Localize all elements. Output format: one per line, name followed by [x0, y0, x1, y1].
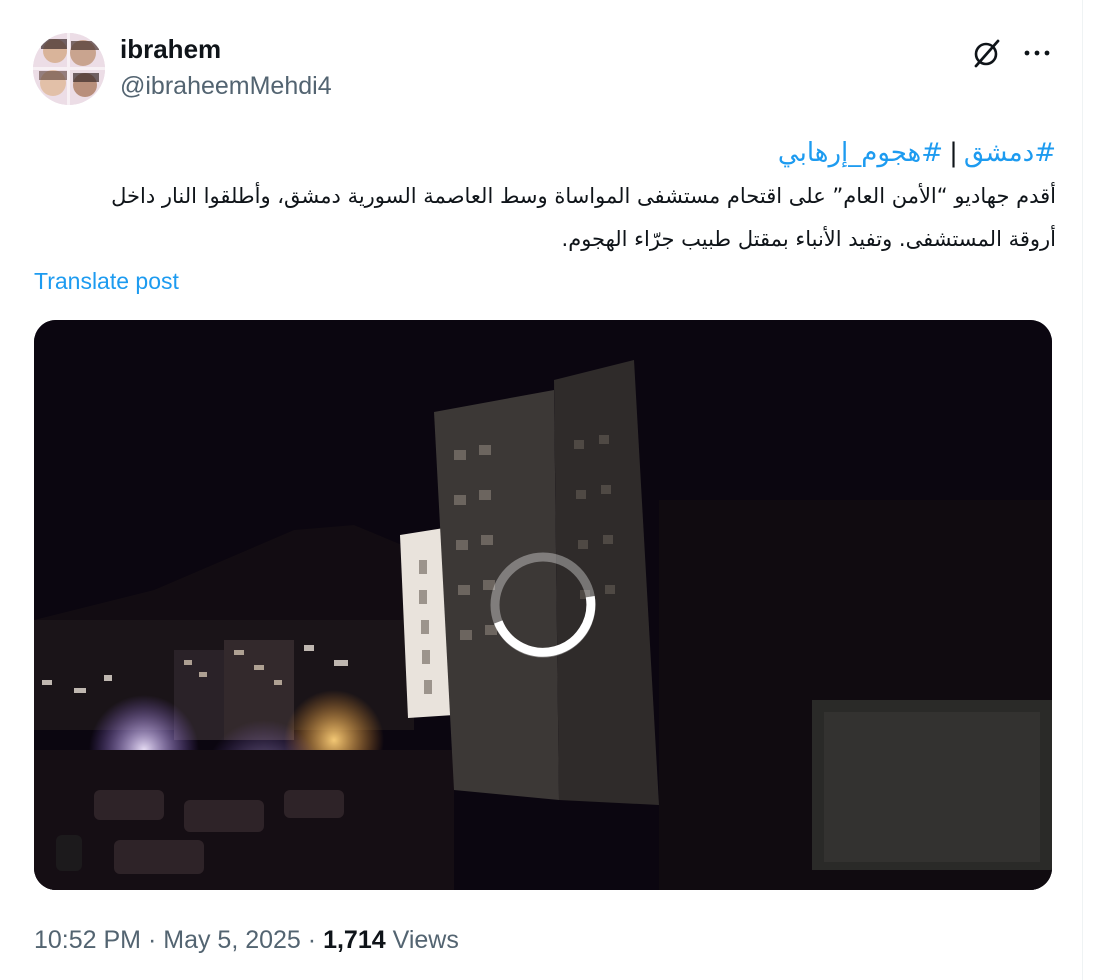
- more-icon[interactable]: [1020, 36, 1054, 70]
- hashtag-line: #دمشق|#هجوم_إرهابي: [34, 132, 1056, 175]
- meta-separator: ·: [307, 926, 317, 954]
- video-player[interactable]: [34, 320, 1052, 890]
- avatar-image: [33, 33, 105, 105]
- post-body-line-2: أروقة المستشفى. وتفيد الأنباء بمقتل طبيب…: [561, 227, 1056, 251]
- post-meta: 10:52 PM · May 5, 2025 · 1,714 Views: [34, 926, 459, 955]
- grok-icon[interactable]: [970, 36, 1004, 70]
- translate-post-link[interactable]: Translate post: [34, 268, 179, 295]
- author-name[interactable]: ibrahem: [120, 34, 221, 65]
- post-body-line-1: أقدم جهاديو “الأمن العام” على اقتحام مست…: [111, 184, 1056, 208]
- hashtag-separator: |: [949, 138, 958, 168]
- views-count[interactable]: 1,714: [323, 926, 386, 954]
- author-handle[interactable]: @ibraheemMehdi4: [120, 72, 332, 101]
- meta-separator: ·: [147, 926, 157, 954]
- views-label: Views: [392, 926, 459, 954]
- post-text: #دمشق|#هجوم_إرهابي أقدم جهاديو “الأمن ال…: [34, 132, 1056, 261]
- post-time[interactable]: 10:52 PM: [34, 926, 141, 954]
- hashtag-damascus[interactable]: #دمشق: [964, 138, 1056, 168]
- hashtag-terror-attack[interactable]: #هجوم_إرهابي: [778, 138, 943, 168]
- post-date[interactable]: May 5, 2025: [163, 926, 301, 954]
- post-card: ibrahem @ibraheemMehdi4 #دمشق|#هجوم_إرها…: [0, 0, 1083, 980]
- loading-spinner-icon: [488, 550, 598, 660]
- avatar[interactable]: [33, 33, 105, 105]
